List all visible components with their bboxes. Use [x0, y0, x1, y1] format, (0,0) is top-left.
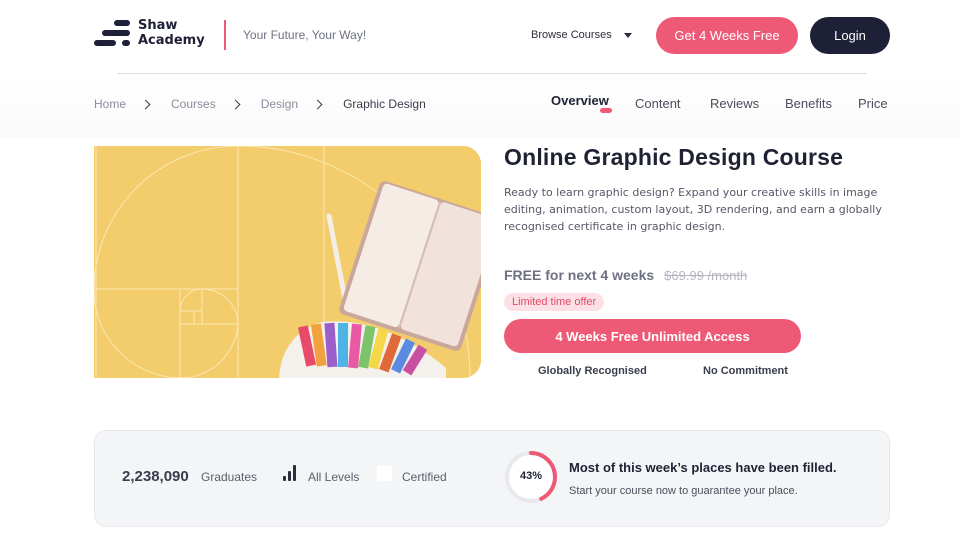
tab-overview[interactable]: Overview: [551, 93, 609, 108]
logo-line-2: Academy: [138, 33, 205, 48]
login-button[interactable]: Login: [810, 17, 890, 54]
progress-percent: 43%: [519, 470, 543, 482]
chevron-right-icon: [230, 99, 241, 109]
signal-bars-icon: [283, 465, 299, 481]
course-title: Online Graphic Design Course: [504, 144, 844, 170]
browse-courses-label: Browse Courses: [531, 29, 612, 41]
breadcrumb-home[interactable]: Home: [94, 97, 126, 111]
logo-line-1: Shaw: [138, 18, 178, 33]
breadcrumb-courses[interactable]: Courses: [171, 97, 216, 111]
price-row: FREE for next 4 weeks $69.99 /month: [504, 267, 747, 283]
active-tab-indicator: [600, 108, 612, 113]
tagline: Your Future, Your Way!: [243, 28, 367, 42]
graduates-label: Graduates: [201, 470, 258, 484]
header-divider: [224, 20, 226, 50]
limited-offer-badge: Limited time offer: [504, 293, 605, 311]
feature-no-commitment: No Commitment: [703, 365, 788, 377]
course-stats-panel: 2,238,090 Graduates All Levels Certified…: [94, 430, 890, 527]
places-filled-title: Most of this week’s places have been fil…: [569, 460, 837, 475]
logo-wordmark: Shaw Academy: [138, 18, 205, 48]
breadcrumb-current: Graphic Design: [343, 97, 426, 111]
levels-label: All Levels: [308, 470, 360, 484]
free-price-label: FREE for next 4 weeks: [504, 267, 655, 283]
site-header: Shaw Academy Your Future, Your Way! Brow…: [0, 0, 960, 72]
places-filled-subtitle: Start your course now to guarantee your …: [569, 485, 798, 497]
feature-globally-recognised: Globally Recognised: [538, 365, 647, 377]
tab-price[interactable]: Price: [858, 96, 888, 111]
course-description: Ready to learn graphic design? Expand yo…: [504, 186, 882, 233]
golden-ratio-illustration: [94, 146, 481, 378]
course-hero-image: [94, 146, 481, 378]
chevron-right-icon: [312, 99, 323, 109]
shaw-academy-logo[interactable]: Shaw Academy: [94, 18, 205, 48]
chevron-right-icon: [140, 99, 151, 109]
get-free-weeks-button[interactable]: Get 4 Weeks Free: [656, 17, 798, 54]
original-price: $69.99 /month: [664, 268, 748, 283]
free-access-button[interactable]: 4 Weeks Free Unlimited Access: [504, 319, 801, 353]
logo-icon: [94, 18, 132, 48]
tab-reviews[interactable]: Reviews: [710, 96, 759, 111]
tab-benefits[interactable]: Benefits: [785, 96, 832, 111]
caret-down-icon: [623, 32, 632, 38]
tab-content[interactable]: Content: [635, 96, 681, 111]
browse-courses-dropdown[interactable]: Browse Courses: [531, 29, 632, 41]
breadcrumb-design[interactable]: Design: [261, 97, 298, 111]
breadcrumb: Home Courses Design Graphic Design: [94, 97, 426, 111]
certificate-icon: [377, 466, 392, 481]
course-subnav: Home Courses Design Graphic Design Overv…: [0, 74, 960, 138]
graduates-count: 2,238,090: [122, 468, 189, 485]
certified-label: Certified: [402, 470, 447, 484]
